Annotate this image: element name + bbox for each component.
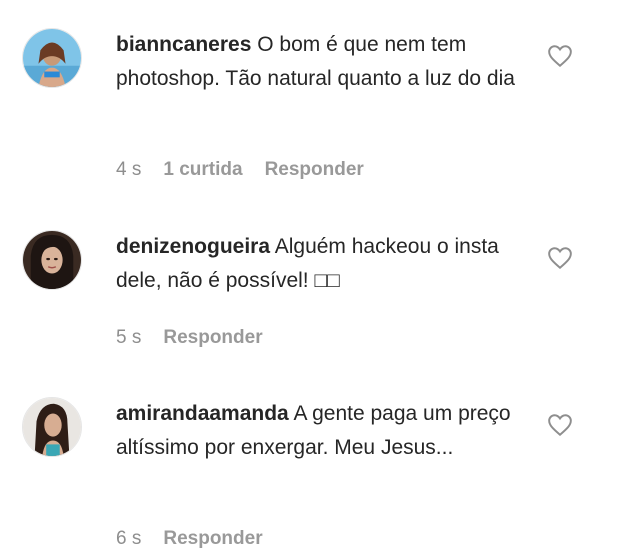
reply-button[interactable]: Responder [265,159,364,181]
comment-meta: 4 s 1 curtida Responder [116,159,364,181]
comment-meta: 6 s Responder [116,528,263,550]
comment-text: amirandaamanda A gente paga um preço alt… [116,397,516,465]
avatar[interactable] [22,28,82,88]
heart-outline-icon[interactable] [547,413,573,437]
heart-outline-icon[interactable] [547,246,573,270]
comment-time: 4 s [116,159,142,180]
reply-button[interactable]: Responder [163,528,262,550]
likes-count[interactable]: 1 curtida [163,159,242,181]
comment-time: 6 s [116,528,142,549]
reply-button[interactable]: Responder [163,327,262,349]
avatar[interactable] [22,230,82,290]
comment-username[interactable]: amirandaamanda [116,402,289,425]
comment-meta: 5 s Responder [116,327,263,349]
comment-text: bianncaneres O bom é que nem tem photosh… [116,28,516,96]
heart-outline-icon[interactable] [547,44,573,68]
comment-text: denizenogueira Alguém hackeou o insta de… [116,230,516,298]
avatar[interactable] [22,397,82,457]
comment-username[interactable]: denizenogueira [116,235,270,258]
comment-username[interactable]: bianncaneres [116,33,251,56]
comment-time: 5 s [116,327,142,348]
